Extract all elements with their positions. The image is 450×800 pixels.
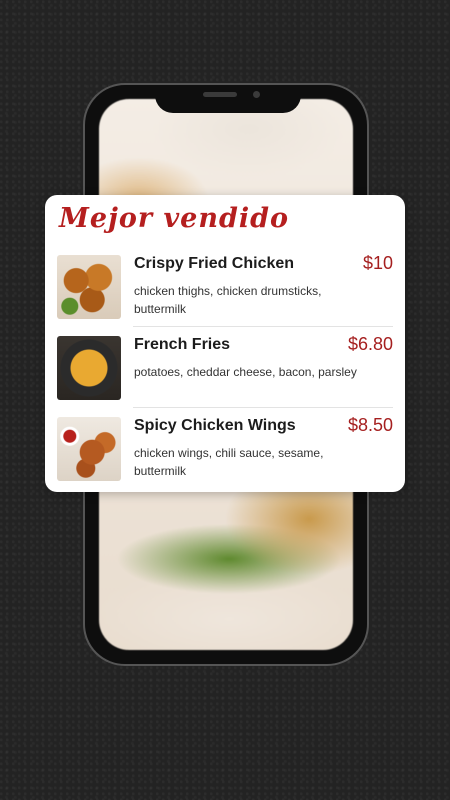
divider bbox=[133, 326, 393, 327]
menu-item-description: chicken thighs, chicken drumsticks, butt… bbox=[134, 284, 322, 316]
chicken-wings-image bbox=[57, 417, 121, 481]
menu-item[interactable]: Crispy Fried Chicken $10 chicken thighs,… bbox=[57, 253, 393, 328]
french-fries-image bbox=[57, 336, 121, 400]
bestseller-menu-card: Mejor vendido Crispy Fried Chicken $10 c… bbox=[45, 195, 405, 492]
menu-item[interactable]: Spicy Chicken Wings $8.50 chicken wings,… bbox=[57, 415, 393, 490]
speaker-icon bbox=[203, 92, 237, 97]
menu-item-price: $8.50 bbox=[347, 415, 393, 435]
card-title: Mejor vendido bbox=[59, 203, 289, 234]
menu-item-name: Crispy Fried Chicken bbox=[134, 255, 295, 272]
menu-item-price: $6.80 bbox=[347, 334, 393, 354]
camera-icon bbox=[253, 91, 260, 98]
divider bbox=[133, 407, 393, 408]
phone-notch bbox=[155, 85, 301, 113]
menu-item-description: potatoes, cheddar cheese, bacon, parsley bbox=[134, 365, 357, 379]
menu-item-price: $10 bbox=[362, 253, 393, 273]
fried-chicken-image bbox=[57, 255, 121, 319]
menu-item-name: French Fries bbox=[134, 336, 231, 353]
menu-item[interactable]: French Fries $6.80 potatoes, cheddar che… bbox=[57, 334, 393, 409]
menu-item-description: chicken wings, chili sauce, sesame, butt… bbox=[134, 446, 324, 478]
menu-item-name: Spicy Chicken Wings bbox=[134, 417, 296, 434]
